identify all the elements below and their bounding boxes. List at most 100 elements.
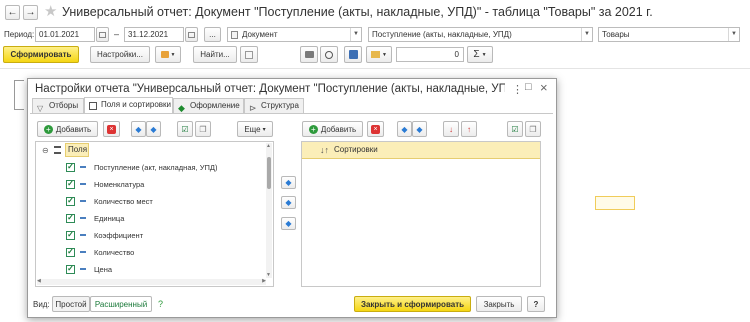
scroll-up-icon[interactable]: ▲ bbox=[266, 143, 271, 149]
fields-add-button[interactable]: + Добавить bbox=[37, 121, 98, 137]
preview-icon bbox=[325, 50, 333, 59]
list-item[interactable]: ✓ Единица bbox=[66, 211, 124, 225]
calendar-to-button[interactable] bbox=[185, 27, 198, 42]
move-right-button[interactable]: ◆ bbox=[281, 176, 296, 189]
checkbox-checked-icon[interactable]: ✓ bbox=[66, 247, 75, 257]
field-label: Поступление (акт, накладная, УПД) bbox=[94, 162, 218, 172]
find-button[interactable]: Найти... bbox=[193, 46, 237, 63]
save-icon bbox=[348, 50, 358, 59]
sort-move-up-button[interactable]: ◆ bbox=[397, 121, 412, 137]
tab-filters[interactable]: ▽ Отборы bbox=[32, 98, 84, 113]
arrow-right-icon: → bbox=[25, 7, 36, 18]
list-item[interactable]: ✓ Коэффициент bbox=[66, 228, 143, 242]
printer-icon bbox=[304, 51, 314, 58]
scroll-right-icon[interactable]: ▶ bbox=[262, 278, 266, 284]
chevron-down-icon: ▼ bbox=[350, 28, 361, 41]
vertical-scrollbar[interactable]: ▲ ▼ bbox=[266, 143, 272, 278]
field-label: Количество мест bbox=[94, 196, 153, 206]
period-label: Период: bbox=[4, 30, 35, 39]
move-left-button[interactable]: ◆ bbox=[281, 196, 296, 209]
find-clear-button[interactable] bbox=[240, 46, 258, 63]
report-selected-cell[interactable] bbox=[595, 196, 635, 210]
field-icon bbox=[80, 166, 86, 168]
sort-descending-icon: ↑ bbox=[467, 124, 471, 134]
sort-add-label: Добавить bbox=[320, 124, 357, 134]
fields-move-up-button[interactable]: ◆ bbox=[131, 121, 146, 137]
chevron-down-icon: ▼ bbox=[581, 28, 592, 41]
arrow-double-left-icon: ◆ bbox=[285, 219, 292, 228]
horizontal-scrollbar[interactable]: ◀ ▶ bbox=[37, 278, 266, 285]
sort-ascending-button[interactable]: ↓ bbox=[443, 121, 459, 137]
fields-move-down-button[interactable]: ◆ bbox=[146, 121, 161, 137]
source-type-select[interactable]: Документ ▼ bbox=[227, 27, 362, 42]
tree-header[interactable]: Поля bbox=[65, 143, 89, 157]
move-all-left-button[interactable]: ◆ bbox=[281, 217, 296, 230]
fields-add-label: Добавить bbox=[55, 124, 92, 134]
favorite-star-icon[interactable]: ★ bbox=[44, 2, 57, 20]
save-button[interactable] bbox=[344, 46, 362, 63]
calendar-from-button[interactable] bbox=[96, 27, 109, 42]
sort-descending-button[interactable]: ↑ bbox=[461, 121, 477, 137]
checkbox-checked-icon[interactable]: ✓ bbox=[66, 196, 75, 206]
fields-check-all-button[interactable]: ☑ bbox=[177, 121, 193, 137]
report-area-frame bbox=[14, 80, 24, 110]
arrow-up-icon: ◆ bbox=[401, 124, 408, 134]
view-advanced-button[interactable]: Расширенный bbox=[90, 296, 152, 312]
dialog-maximize-button[interactable]: □ bbox=[525, 81, 532, 93]
view-help-link[interactable]: ? bbox=[158, 299, 163, 309]
variants-button[interactable]: ▼ bbox=[155, 46, 181, 63]
date-to-field[interactable]: 31.12.2021 bbox=[124, 27, 184, 42]
field-icon bbox=[80, 217, 86, 219]
email-button[interactable]: ▼ bbox=[366, 46, 392, 63]
tab-fields-sorting[interactable]: Поля и сортировки bbox=[84, 97, 173, 113]
back-button[interactable]: ← bbox=[5, 5, 20, 20]
list-item[interactable]: ✓ Номенклатура bbox=[66, 177, 144, 191]
sum-mode-button[interactable]: Σ ▼ bbox=[467, 46, 493, 63]
checkbox-checked-icon[interactable]: ✓ bbox=[66, 162, 75, 172]
view-simple-button[interactable]: Простой bbox=[52, 296, 90, 312]
plus-icon: + bbox=[43, 124, 53, 134]
forward-button[interactable]: → bbox=[23, 5, 38, 20]
sort-delete-button[interactable]: × bbox=[367, 121, 384, 137]
field-label: Цена bbox=[94, 264, 113, 274]
print-button[interactable] bbox=[300, 46, 318, 63]
sort-check-all-button[interactable]: ☑ bbox=[507, 121, 523, 137]
tab-appearance[interactable]: ◆ Оформление bbox=[173, 98, 244, 113]
preview-button[interactable] bbox=[320, 46, 338, 63]
fields-delete-button[interactable]: × bbox=[103, 121, 120, 137]
generate-button[interactable]: Сформировать bbox=[3, 46, 79, 63]
tab-structure[interactable]: ⊳ Структура bbox=[244, 98, 304, 113]
fields-icon bbox=[89, 102, 97, 110]
dialog-help-button[interactable]: ? bbox=[527, 296, 545, 312]
period-select-button[interactable]: ... bbox=[204, 27, 221, 42]
fields-more-button[interactable]: Еще ▾ bbox=[237, 121, 273, 137]
list-item[interactable]: ✓ Поступление (акт, накладная, УПД) bbox=[66, 160, 217, 174]
close-button[interactable]: Закрыть bbox=[476, 296, 522, 312]
sort-header[interactable]: ↓↑ Сортировки bbox=[302, 142, 540, 159]
sort-uncheck-all-button[interactable]: ❐ bbox=[525, 121, 541, 137]
checkbox-checked-icon[interactable]: ✓ bbox=[66, 264, 75, 274]
close-and-generate-button[interactable]: Закрыть и сформировать bbox=[354, 296, 471, 312]
checkbox-checked-icon[interactable]: ✓ bbox=[66, 230, 75, 240]
checkbox-checked-icon[interactable]: ✓ bbox=[66, 213, 75, 223]
checkbox-checked-icon[interactable]: ✓ bbox=[66, 179, 75, 189]
dialog-menu-button[interactable]: ⋮ bbox=[512, 83, 523, 96]
field-icon bbox=[80, 200, 86, 202]
list-item[interactable]: ✓ Количество bbox=[66, 245, 134, 259]
scrollbar-thumb[interactable] bbox=[267, 157, 271, 189]
list-item[interactable]: ✓ Цена bbox=[66, 262, 112, 276]
date-from-field[interactable]: 01.01.2021 bbox=[35, 27, 95, 42]
sort-add-button[interactable]: + Добавить bbox=[302, 121, 363, 137]
sort-move-down-button[interactable]: ◆ bbox=[412, 121, 427, 137]
scroll-down-icon[interactable]: ▼ bbox=[266, 272, 271, 278]
settings-button[interactable]: Настройки... bbox=[90, 46, 150, 63]
tree-collapse-icon[interactable]: ⊖ bbox=[42, 146, 49, 155]
source-object-select[interactable]: Поступление (акты, накладные, УПД) ▼ bbox=[368, 27, 593, 42]
fields-uncheck-all-button[interactable]: ❐ bbox=[195, 121, 211, 137]
tab-appearance-label: Оформление bbox=[190, 101, 240, 110]
source-table-select[interactable]: Товары ▼ bbox=[598, 27, 740, 42]
scroll-left-icon[interactable]: ◀ bbox=[37, 278, 41, 284]
sort-header-label: Сортировки bbox=[334, 145, 378, 154]
list-item[interactable]: ✓ Количество мест bbox=[66, 194, 153, 208]
dialog-close-button[interactable]: × bbox=[540, 80, 548, 95]
